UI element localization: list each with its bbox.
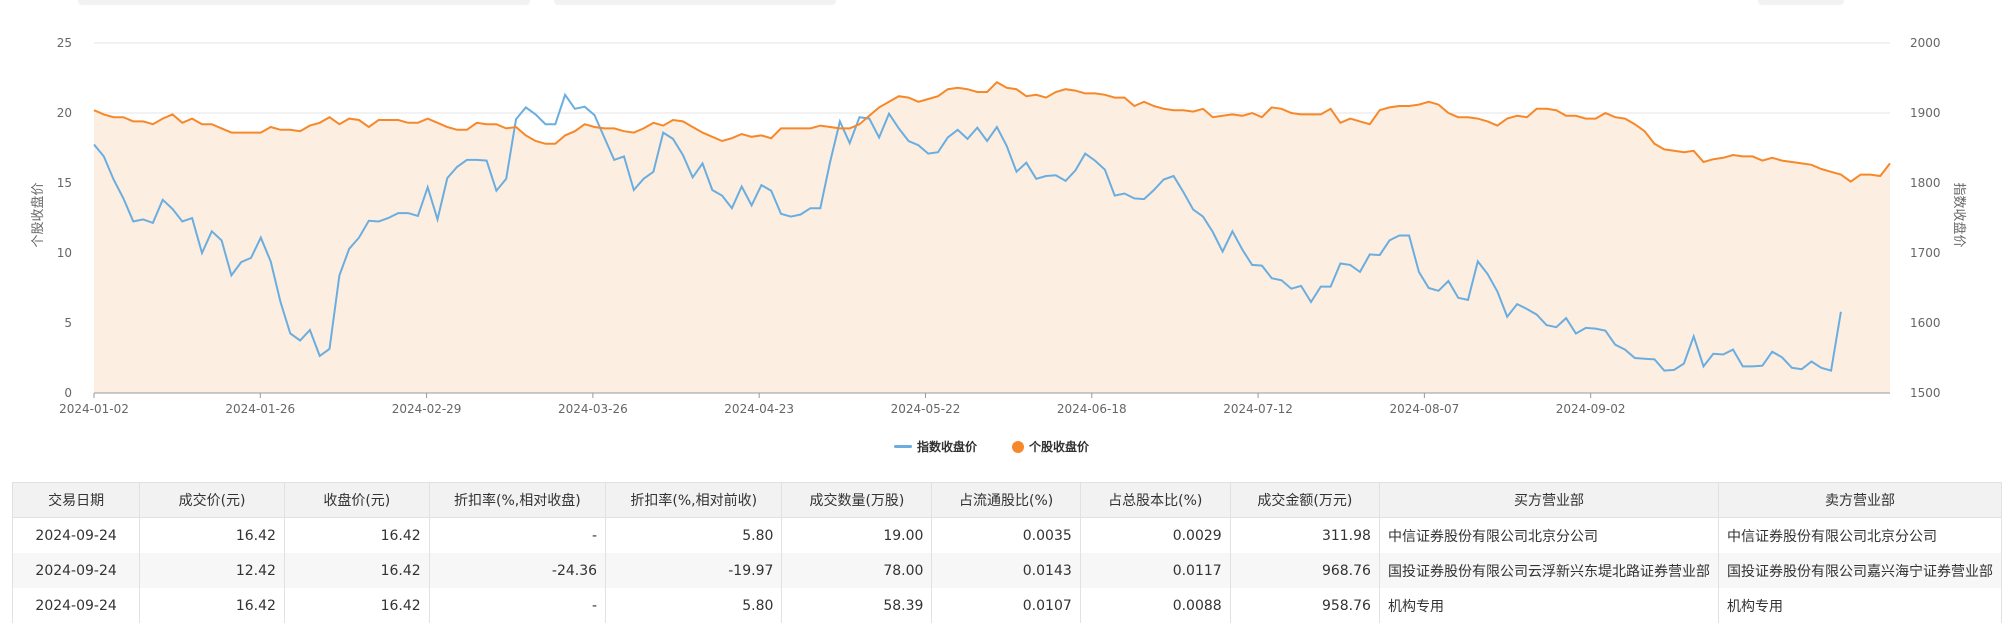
price-chart: 2024-01-02 2024-01-26 2024-02-29 2024-03-26… — [30, 36, 1967, 416]
header-amount[interactable]: 成交金额(万元) — [1229, 482, 1380, 518]
header-volume[interactable]: 成交数量(万股) — [781, 482, 933, 518]
cell-discount-close: - — [428, 588, 607, 623]
cell-volume: 19.00 — [781, 517, 933, 553]
cell-discount-close: -24.36 — [428, 553, 607, 588]
block-trade-table: 交易日期 成交价(元) 收盘价(元) 折扣率(%,相对收盘) 折扣率(%,相对前… — [11, 482, 2002, 623]
y-left-tick-label: 20 — [57, 106, 72, 120]
y-axis-left-label: 个股收盘价 — [30, 182, 46, 247]
y-left-tick-label: 25 — [57, 36, 72, 50]
table-row: 2024-09-24 12.42 16.42 -24.36 -19.97 78.… — [11, 553, 2002, 588]
cell-trade-date: 2024-09-24 — [11, 588, 141, 623]
cell-buyer: 机构专用 — [1378, 588, 1719, 623]
legend-item-stock[interactable]: 个股收盘价 — [1012, 438, 1089, 455]
cell-discount-close: - — [428, 517, 607, 553]
cell-amount: 311.98 — [1229, 517, 1380, 553]
header-buyer[interactable]: 买方营业部 — [1378, 482, 1719, 518]
cell-seller: 机构专用 — [1717, 588, 2002, 623]
cell-deal-price: 12.42 — [139, 553, 285, 588]
x-tick-label: 2024-04-23 — [724, 402, 794, 416]
cell-close-price: 16.42 — [283, 553, 430, 588]
y-axis-right: 1500 1600 1700 1800 1900 2000 — [1910, 36, 1941, 400]
cell-buyer: 中信证券股份有限公司北京分公司 — [1378, 517, 1719, 553]
cell-amount: 968.76 — [1229, 553, 1380, 588]
y-right-tick-label: 1900 — [1910, 106, 1941, 120]
cell-float-ratio: 0.0143 — [931, 553, 1081, 588]
table-row: 2024-09-24 16.42 16.42 - 5.80 19.00 0.00… — [11, 517, 2002, 553]
header-discount-close[interactable]: 折扣率(%,相对收盘) — [428, 482, 607, 518]
cell-discount-prev: 5.80 — [605, 588, 783, 623]
x-tick-label: 2024-07-12 — [1223, 402, 1293, 416]
cell-close-price: 16.42 — [283, 588, 430, 623]
cell-trade-date: 2024-09-24 — [11, 517, 141, 553]
header-deal-price[interactable]: 成交价(元) — [139, 482, 285, 518]
y-left-tick-label: 10 — [57, 246, 72, 260]
cell-buyer: 国投证券股份有限公司云浮新兴东堤北路证券营业部 — [1378, 553, 1719, 588]
legend-dot-icon — [1012, 440, 1024, 453]
cell-close-price: 16.42 — [283, 517, 430, 553]
y-left-tick-label: 0 — [64, 386, 72, 400]
header-float-ratio[interactable]: 占流通股比(%) — [931, 482, 1081, 518]
cell-volume: 78.00 — [781, 553, 933, 588]
header-trade-date[interactable]: 交易日期 — [11, 482, 141, 518]
cell-amount: 958.76 — [1229, 588, 1380, 623]
chart-legend: 指数收盘价 个股收盘价 — [0, 438, 2002, 458]
y-axis-right-label: 指数收盘价 — [1951, 182, 1967, 247]
cell-trade-date: 2024-09-24 — [11, 553, 141, 588]
header-total-ratio[interactable]: 占总股本比(%) — [1079, 482, 1231, 518]
y-right-tick-label: 1700 — [1910, 246, 1941, 260]
legend-label-stock: 个股收盘价 — [1029, 440, 1090, 454]
cell-seller: 中信证券股份有限公司北京分公司 — [1717, 517, 2002, 553]
header-discount-prev[interactable]: 折扣率(%,相对前收) — [605, 482, 783, 518]
cell-float-ratio: 0.0107 — [931, 588, 1081, 623]
legend-item-index[interactable]: 指数收盘价 — [894, 438, 977, 455]
y-right-tick-label: 1500 — [1910, 386, 1941, 400]
cell-total-ratio: 0.0029 — [1079, 517, 1231, 553]
cell-total-ratio: 0.0088 — [1079, 588, 1231, 623]
cell-volume: 58.39 — [781, 588, 933, 623]
cell-discount-prev: -19.97 — [605, 553, 783, 588]
y-right-tick-label: 1800 — [1910, 176, 1941, 190]
legend-label-index: 指数收盘价 — [917, 440, 978, 454]
x-axis: 2024-01-02 2024-01-26 2024-02-29 2024-03-26… — [59, 392, 1890, 416]
x-tick-label: 2024-09-02 — [1556, 402, 1626, 416]
cell-discount-prev: 5.80 — [605, 517, 783, 553]
legend-line-icon — [894, 445, 912, 448]
y-left-tick-label: 15 — [57, 176, 72, 190]
x-tick-label: 2024-01-26 — [225, 402, 295, 416]
cell-seller: 国投证券股份有限公司嘉兴海宁证券营业部 — [1717, 553, 2002, 588]
y-left-tick-label: 5 — [64, 316, 72, 330]
cell-total-ratio: 0.0117 — [1079, 553, 1231, 588]
cell-deal-price: 16.42 — [139, 588, 285, 623]
cell-float-ratio: 0.0035 — [931, 517, 1081, 553]
x-tick-label: 2024-06-18 — [1057, 402, 1127, 416]
y-axis-left: 0 5 10 15 20 25 — [57, 36, 72, 400]
x-tick-label: 2024-01-02 — [59, 402, 129, 416]
header-close-price[interactable]: 收盘价(元) — [283, 482, 430, 518]
table-row: 2024-09-24 16.42 16.42 - 5.80 58.39 0.01… — [11, 588, 2002, 623]
x-tick-label: 2024-02-29 — [392, 402, 462, 416]
cell-deal-price: 16.42 — [139, 517, 285, 553]
x-tick-label: 2024-03-26 — [558, 402, 628, 416]
x-tick-label: 2024-08-07 — [1389, 402, 1459, 416]
x-tick-label: 2024-05-22 — [891, 402, 961, 416]
y-right-tick-label: 1600 — [1910, 316, 1941, 330]
table-header-row: 交易日期 成交价(元) 收盘价(元) 折扣率(%,相对收盘) 折扣率(%,相对前… — [11, 482, 2002, 518]
header-seller[interactable]: 卖方营业部 — [1717, 482, 2002, 518]
y-right-tick-label: 2000 — [1910, 36, 1941, 50]
